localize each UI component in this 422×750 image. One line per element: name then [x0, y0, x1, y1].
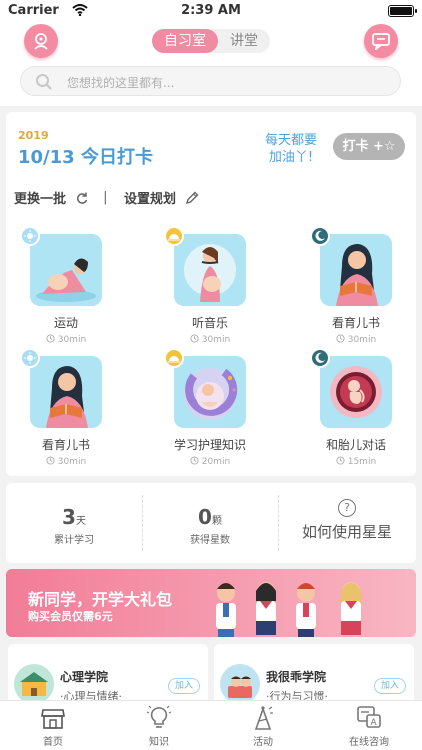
- stars-stat: 0颗 获得星数: [142, 483, 278, 563]
- chat-bubble-icon: [372, 33, 390, 50]
- stars-value: 0颗: [198, 505, 222, 529]
- set-plan-button[interactable]: 设置规划: [124, 192, 176, 207]
- pencil-icon[interactable]: [185, 191, 199, 205]
- tab-activities[interactable]: 活动: [228, 705, 298, 748]
- clock: 2:39 AM: [181, 3, 241, 18]
- daily-checkin-card: 2019 10/13 今日打卡 每天都要加油丫! 打卡 +☆ 更换一批 | 设置…: [6, 112, 416, 476]
- course-desc: ·行为与习惯·: [266, 690, 328, 700]
- fetus-illustration: [320, 356, 392, 428]
- course-desc: ·心理与情绪·: [60, 690, 122, 700]
- checkin-year: 2019: [18, 129, 49, 142]
- activity-duration: 15min: [296, 456, 416, 467]
- refresh-batch-button[interactable]: 更换一批: [14, 192, 66, 207]
- morning-sun-icon: [20, 226, 40, 246]
- activity-name: 运动: [53, 316, 78, 330]
- activity-duration: 30min: [6, 334, 126, 345]
- promo-title: 新同学，开学大礼包: [28, 590, 173, 609]
- party-hat-icon: [254, 706, 273, 730]
- reading-illustration: [30, 356, 102, 428]
- lightbulb-icon: [147, 705, 171, 728]
- activity-name: 学习护理知识: [173, 438, 246, 452]
- activity-card[interactable]: 看育儿书 30min: [296, 226, 416, 358]
- checkin-date: 10/13 今日打卡: [18, 147, 153, 168]
- stars-label: 获得星数: [190, 535, 230, 546]
- toolbar-divider: |: [103, 190, 108, 205]
- stats-card: 3天 累计学习 0颗 获得星数 ? 如何使用星星: [6, 483, 416, 563]
- join-button[interactable]: 加入: [374, 678, 406, 694]
- refresh-icon[interactable]: [75, 191, 89, 205]
- activity-name: 听音乐: [191, 316, 228, 330]
- profile-button[interactable]: [24, 24, 58, 58]
- join-button[interactable]: 加入: [168, 678, 200, 694]
- activity-name: 看育儿书: [41, 438, 90, 452]
- star-help-button[interactable]: ? 如何使用星星: [278, 483, 416, 563]
- activity-duration: 20min: [150, 456, 270, 467]
- status-bar: Carrier 2:39 AM: [0, 0, 422, 22]
- clock-icon: [46, 456, 55, 465]
- night-moon-icon: [310, 348, 330, 368]
- battery-icon: [388, 5, 417, 17]
- question-icon: ?: [338, 499, 356, 517]
- study-days-stat: 3天 累计学习: [6, 483, 142, 563]
- activity-duration: 30min: [296, 334, 416, 345]
- night-moon-icon: [310, 226, 330, 246]
- clock-icon: [336, 456, 345, 465]
- tab-home[interactable]: 首页: [18, 705, 88, 748]
- tab-label: 知识: [149, 737, 169, 748]
- tab-study-room[interactable]: 自习室: [152, 29, 218, 53]
- section-tabs: 自习室 讲堂: [152, 29, 270, 53]
- good-kid-school-logo: [220, 664, 260, 700]
- activity-card[interactable]: 运动 30min: [6, 226, 126, 358]
- user-avatar-icon: [34, 33, 48, 50]
- tab-knowledge[interactable]: 知识: [124, 705, 194, 748]
- psychology-school-logo: [14, 664, 54, 700]
- course-card[interactable]: 心理学院 ·心理与情绪· 加入: [8, 644, 208, 700]
- messages-button[interactable]: [364, 24, 398, 58]
- tab-label: 首页: [43, 737, 63, 748]
- search-input[interactable]: 您想找的这里都有...: [20, 66, 401, 96]
- yoga-illustration: [30, 234, 102, 306]
- noon-sun-icon: [164, 348, 184, 368]
- chat-consult-icon: A: [357, 706, 381, 728]
- promo-subtitle: 购买会员仅需6元: [28, 610, 113, 623]
- tab-label: 在线咨询: [349, 737, 389, 748]
- music-illustration: [174, 234, 246, 306]
- checkin-button[interactable]: 打卡 +☆: [333, 133, 405, 160]
- top-bar: 自习室 讲堂 您想找的这里都有...: [0, 22, 422, 106]
- star-help-label: 如何使用星星: [301, 523, 392, 541]
- bottom-tab-bar: 首页 知识 活动 A 在线咨询: [0, 700, 422, 750]
- activity-duration: 30min: [6, 456, 126, 467]
- course-name: 心理学院: [60, 670, 109, 684]
- activity-duration: 30min: [150, 334, 270, 345]
- checkin-toolbar: 更换一批 | 设置规划: [14, 188, 199, 207]
- tab-label: 活动: [253, 737, 273, 748]
- tab-online-consult[interactable]: A 在线咨询: [334, 705, 404, 748]
- morning-sun-icon: [20, 348, 40, 368]
- activity-card[interactable]: 看育儿书 30min: [6, 348, 126, 480]
- activity-name: 看育儿书: [331, 316, 380, 330]
- students-illustration: [216, 582, 362, 637]
- svg-text:A: A: [371, 718, 378, 728]
- nursing-illustration: [174, 356, 246, 428]
- home-store-icon: [41, 709, 65, 729]
- tab-lecture-hall[interactable]: 讲堂: [218, 29, 270, 53]
- reading-illustration: [320, 234, 392, 306]
- clock-icon: [190, 456, 199, 465]
- activity-card[interactable]: 和胎儿对话 15min: [296, 348, 416, 480]
- activity-card[interactable]: 学习护理知识 20min: [150, 348, 270, 480]
- noon-sun-icon: [164, 226, 184, 246]
- activity-name: 和胎儿对话: [325, 438, 386, 452]
- study-days-label: 累计学习: [54, 535, 94, 546]
- clock-icon: [336, 334, 345, 343]
- clock-icon: [190, 334, 199, 343]
- promo-banner[interactable]: 新同学，开学大礼包 购买会员仅需6元: [6, 569, 416, 637]
- search-placeholder: 您想找的这里都有...: [67, 76, 175, 90]
- search-icon: [36, 74, 52, 90]
- course-name: 我很乖学院: [266, 670, 327, 684]
- activity-card[interactable]: 听音乐 30min: [150, 226, 270, 358]
- study-days-value: 3天: [62, 505, 86, 529]
- clock-icon: [46, 334, 55, 343]
- encourage-text: 每天都要加油丫!: [264, 133, 317, 165]
- course-card[interactable]: 我很乖学院 ·行为与习惯· 加入: [214, 644, 414, 700]
